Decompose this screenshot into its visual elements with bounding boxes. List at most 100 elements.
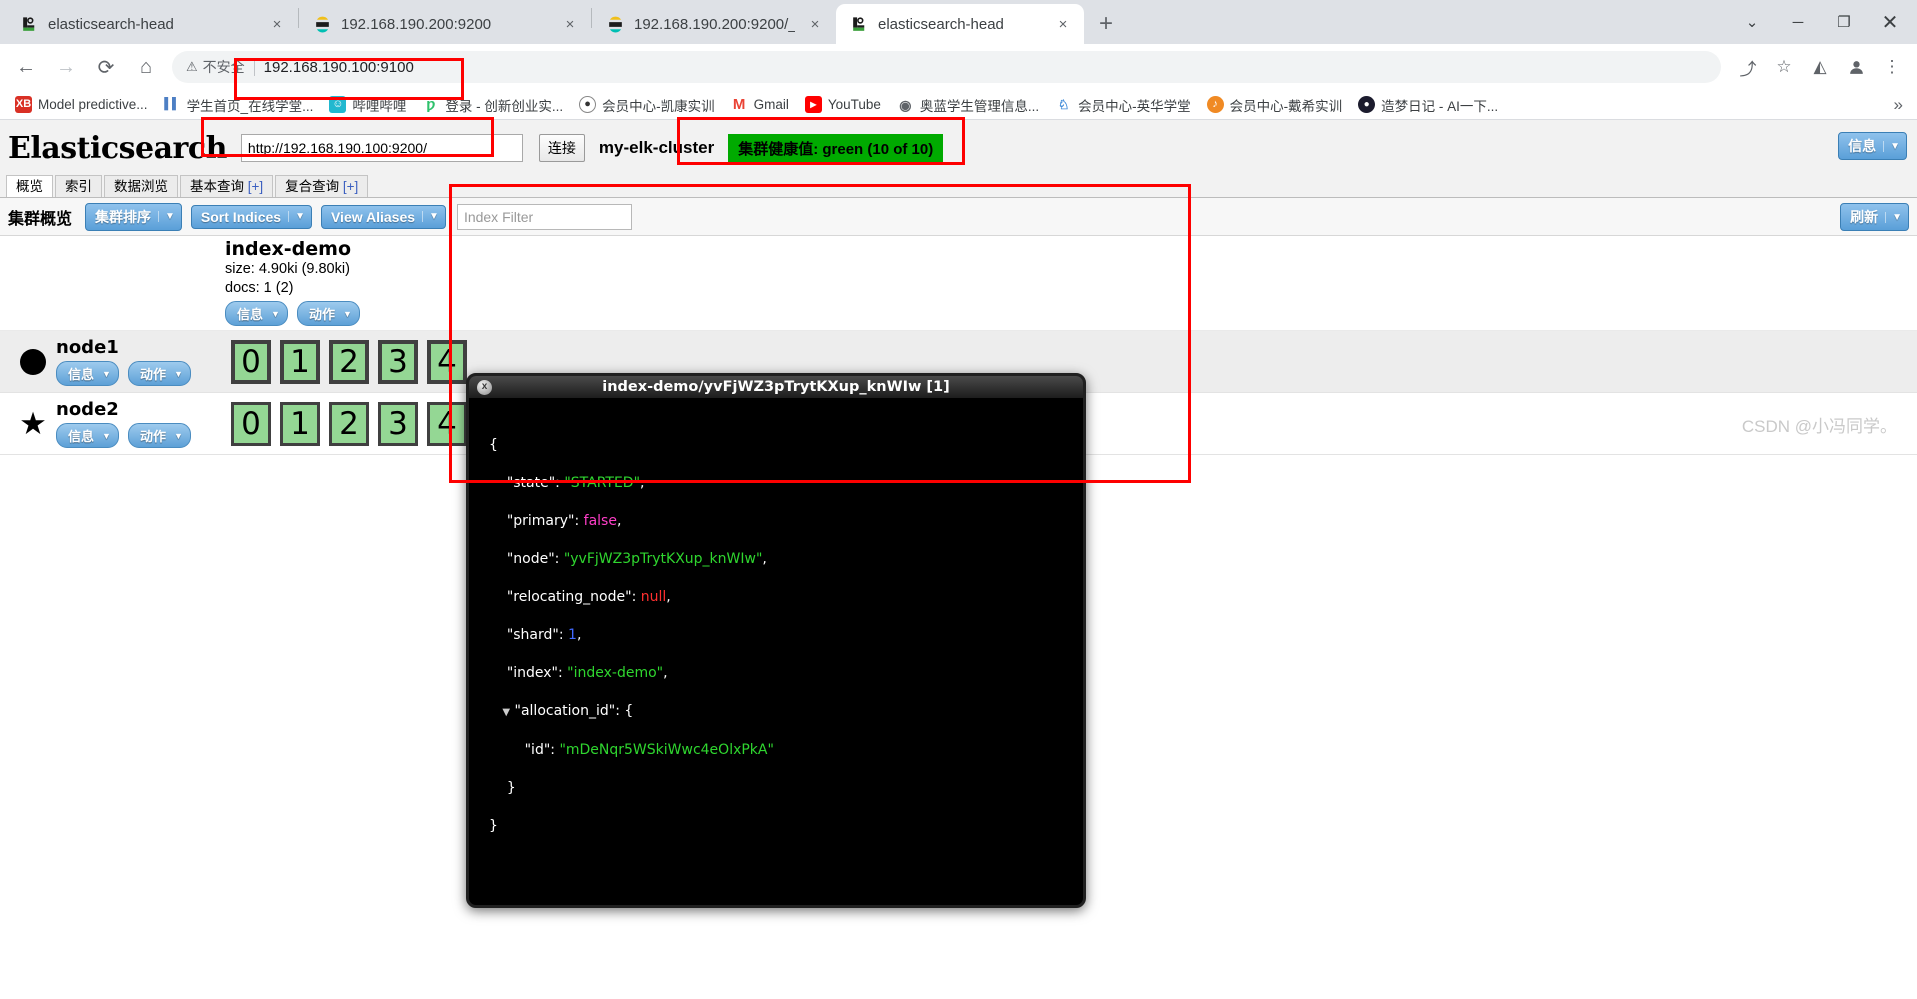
- node-info-button[interactable]: 信息 ▼: [56, 361, 119, 386]
- security-label: 不安全: [202, 59, 245, 75]
- node-info-button[interactable]: 信息 ▼: [56, 423, 119, 448]
- tab-close-icon[interactable]: ×: [1052, 13, 1074, 35]
- new-tab-button[interactable]: +: [1090, 8, 1122, 40]
- chrome-menu-icon[interactable]: ⋮: [1875, 50, 1909, 84]
- tab-close-icon[interactable]: ×: [266, 13, 288, 35]
- window-controls: ⌄ ─ ❐ ✕: [1729, 0, 1917, 44]
- address-bar[interactable]: ⚠ 不安全 192.168.190.100:9100: [172, 51, 1721, 83]
- bookmark-label: 会员中心-英华学堂: [1078, 98, 1191, 114]
- shard-cell[interactable]: 1: [280, 339, 320, 384]
- forward-icon[interactable]: →: [48, 49, 84, 85]
- shard-cell[interactable]: 1: [280, 401, 320, 446]
- shard-cell[interactable]: 4: [427, 401, 467, 446]
- browser-tab-3[interactable]: 192.168.190.200:9200/_cluster ×: [592, 4, 836, 44]
- minimize-window-button[interactable]: ─: [1775, 0, 1821, 44]
- bookmark-item[interactable]: ♘ 会员中心-英华学堂: [1048, 92, 1198, 118]
- close-icon[interactable]: x: [477, 379, 492, 395]
- header-info-button[interactable]: 信息 ▼: [1838, 132, 1907, 160]
- bookmark-item[interactable]: ♪ 会员中心-戴希实训: [1200, 92, 1350, 118]
- json-line: "index": "index-demo",: [506, 665, 668, 681]
- bookmark-item[interactable]: ☺ 哔哩哔哩: [322, 92, 413, 118]
- bookmark-item[interactable]: M Gmail: [724, 93, 796, 116]
- node-action-button[interactable]: 动作 ▼: [127, 361, 191, 386]
- index-filter-input[interactable]: [456, 203, 632, 230]
- side-panel-icon[interactable]: ◭: [1803, 50, 1837, 84]
- browser-toolbar: ← → ⟳ ⌂ ⚠ 不安全 192.168.190.100:9100 ⤴ ☆ ◭…: [0, 44, 1917, 90]
- tab-overview[interactable]: 概览: [6, 175, 53, 197]
- tab-plus-icon[interactable]: [+]: [343, 179, 358, 194]
- view-aliases-button[interactable]: View Aliases ▼: [320, 204, 446, 229]
- collapse-triangle-icon[interactable]: ▼: [502, 707, 510, 718]
- shard-cell[interactable]: 2: [329, 401, 369, 446]
- node-info-label: 信息: [68, 429, 95, 444]
- page-title: 集群概览: [8, 210, 73, 228]
- json-key: "relocating_node": [506, 589, 632, 605]
- profile-avatar-icon[interactable]: [1839, 50, 1873, 84]
- json-value: "yvFjWZ3pTrytKXup_knWIw": [563, 551, 763, 567]
- shard-cell[interactable]: 0: [231, 339, 271, 384]
- bookmarks-overflow-icon[interactable]: »: [1894, 95, 1909, 115]
- watermark: CSDN @小冯同学。: [1741, 417, 1897, 436]
- back-icon[interactable]: ←: [8, 49, 44, 85]
- reload-icon[interactable]: ⟳: [88, 49, 124, 85]
- dialog-title-bar[interactable]: x index-demo/yvFjWZ3pTrytKXup_knWIw [1]: [469, 376, 1083, 399]
- bookmark-star-icon[interactable]: ☆: [1767, 50, 1801, 84]
- sort-cluster-button[interactable]: 集群排序 ▼: [85, 202, 182, 231]
- bookmark-item[interactable]: ◉ 奥蓝学生管理信息...: [890, 92, 1046, 118]
- tab-label: 基本查询: [190, 179, 244, 194]
- bookmark-label: 会员中心-凯康实训: [602, 98, 715, 114]
- youtube-icon: ▶: [804, 96, 822, 113]
- bookmark-label: 哔哩哔哩: [352, 98, 407, 114]
- bookmark-item[interactable]: ● 会员中心-凯康实训: [572, 92, 722, 118]
- tab-composite-query[interactable]: 复合查询 [+]: [275, 175, 369, 197]
- tab-indices[interactable]: 索引: [55, 175, 102, 197]
- tab-title: 192.168.190.200:9200/_cluster: [634, 15, 795, 33]
- bookmark-item[interactable]: ● 造梦日记 - AI一下...: [1351, 92, 1505, 118]
- shard-cell[interactable]: 2: [329, 339, 369, 384]
- chevron-down-icon[interactable]: ⌄: [1729, 0, 1775, 44]
- tab-data-browse[interactable]: 数据浏览: [104, 175, 178, 197]
- tab-close-icon[interactable]: ×: [559, 13, 581, 35]
- site-security-indicator[interactable]: ⚠ 不安全: [186, 57, 245, 77]
- shard-cell[interactable]: 4: [427, 339, 467, 384]
- chevron-down-icon: ▼: [158, 211, 175, 222]
- json-key: "state": [506, 475, 556, 491]
- maximize-window-button[interactable]: ❐: [1821, 0, 1867, 44]
- bookmark-item[interactable]: ▶ YouTube: [798, 93, 888, 116]
- bookmark-item[interactable]: XB Model predictive...: [8, 93, 155, 116]
- index-info-button[interactable]: 信息 ▼: [225, 301, 288, 326]
- shard-cell[interactable]: 0: [231, 401, 271, 446]
- bookmark-favicon: ●: [579, 96, 597, 113]
- index-action-button[interactable]: 动作 ▼: [296, 301, 360, 326]
- index-header-row: index-demo size: 4.90ki (9.80ki) docs: 1…: [0, 236, 1917, 331]
- bookmark-label: 会员中心-戴希实训: [1229, 98, 1343, 114]
- tab-basic-query[interactable]: 基本查询 [+]: [180, 175, 274, 197]
- browser-tab-4[interactable]: elasticsearch-head ×: [836, 4, 1084, 44]
- sort-indices-button[interactable]: Sort Indices ▼: [190, 204, 312, 229]
- close-window-button[interactable]: ✕: [1867, 0, 1913, 44]
- browser-tab-1[interactable]: elasticsearch-head ×: [6, 4, 298, 44]
- home-icon[interactable]: ⌂: [128, 49, 164, 85]
- json-close-brace: }: [506, 780, 516, 796]
- view-aliases-label: View Aliases: [330, 208, 416, 225]
- node-name: node2: [56, 399, 119, 420]
- shard-cell[interactable]: 3: [378, 401, 418, 446]
- es-url-input[interactable]: [240, 134, 523, 162]
- tab-plus-icon[interactable]: [+]: [248, 179, 263, 194]
- node-action-button[interactable]: 动作 ▼: [127, 423, 191, 448]
- tab-label: 数据浏览: [114, 179, 168, 194]
- node-info: node1 信息 ▼ 动作 ▼: [56, 337, 226, 386]
- shard-list: 0 1 2 3 4: [226, 339, 467, 384]
- bookmark-label: 造梦日记 - AI一下...: [1381, 98, 1499, 114]
- browser-tab-2[interactable]: 192.168.190.200:9200 ×: [299, 4, 591, 44]
- shard-cell[interactable]: 3: [378, 339, 418, 384]
- bookmark-item[interactable]: ƿ 登录 - 创新创业实...: [415, 92, 570, 118]
- bookmark-item[interactable]: ▌▌ 学生首页_在线学堂...: [157, 92, 321, 118]
- shard-detail-dialog[interactable]: x index-demo/yvFjWZ3pTrytKXup_knWIw [1] …: [466, 373, 1086, 908]
- tab-close-icon[interactable]: ×: [804, 13, 826, 35]
- chevron-down-icon: ▼: [342, 308, 352, 319]
- connect-button[interactable]: 连接: [538, 134, 585, 162]
- index-docs: docs: 1 (2): [225, 280, 294, 296]
- share-icon[interactable]: ⤴: [1731, 50, 1765, 84]
- refresh-button[interactable]: 刷新 ▼: [1840, 203, 1909, 231]
